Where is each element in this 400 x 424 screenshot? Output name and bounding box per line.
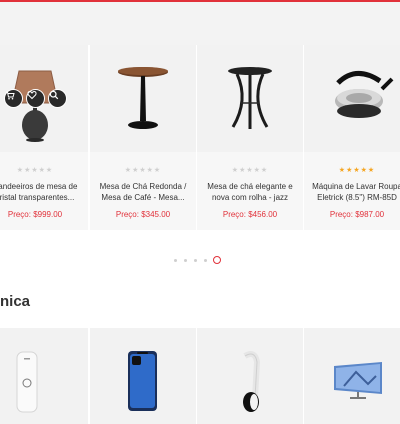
product-info: ★★★★★ Mesa de Chá Redonda / Mesa de Café…	[90, 152, 196, 230]
wishlist-button[interactable]	[26, 89, 45, 108]
product-tile[interactable]	[304, 328, 400, 424]
product-price: Preço: $999.00	[7, 210, 63, 219]
roti-maker-icon	[335, 71, 394, 118]
product-card[interactable]: ★★★★★ Máquina de Lavar Roupa Eletrick (8…	[304, 45, 400, 230]
product-title-line: cristal transparentes...	[0, 193, 75, 202]
search-icon	[49, 90, 59, 100]
product-title[interactable]: Máquina de Lavar Roupa Eletrick (8.5") R…	[308, 181, 400, 203]
product-title-line: Mesa de Chá Redonda /	[99, 182, 187, 191]
product-title-line: Mesa de Café - Mesa...	[101, 193, 185, 202]
product-tile[interactable]	[0, 328, 88, 424]
product-info: ★★★★★ Mesa de chá elegante e nova com ro…	[197, 152, 303, 230]
product-title[interactable]: Mesa de chá elegante e nova com rolha - …	[201, 181, 299, 203]
pagination-dot[interactable]	[174, 259, 177, 262]
rating-stars: ★★★★★	[338, 167, 376, 174]
heart-icon	[27, 90, 37, 100]
product-tile[interactable]	[90, 328, 196, 424]
product-title[interactable]: Mesa de Chá Redonda / Mesa de Café - Mes…	[94, 181, 192, 203]
tv-icon	[334, 362, 382, 399]
rating-stars: ★★★★★	[16, 167, 54, 174]
product-title[interactable]: Candeeiros de mesa de cristal transparen…	[0, 181, 84, 203]
product-price: Preço: $456.00	[222, 210, 278, 219]
category-products-row	[0, 328, 400, 424]
pagination-dot[interactable]	[204, 259, 207, 262]
smartphone-icon	[128, 351, 157, 411]
product-card[interactable]: ★★★★★ Mesa de Chá Redonda / Mesa de Café…	[90, 45, 196, 230]
product-title-line: Mesa de chá elegante e	[207, 182, 293, 191]
product-title-line: nova com rolha - jazz	[211, 193, 289, 202]
pagination-dot[interactable]	[184, 259, 187, 262]
product-price: Preço: $987.00	[329, 210, 385, 219]
product-image[interactable]	[304, 45, 400, 152]
pagination-dot[interactable]	[194, 259, 197, 262]
header-band	[0, 0, 400, 45]
product-title-line: Candeeiros de mesa de	[0, 182, 78, 191]
product-image[interactable]	[90, 45, 196, 152]
product-card[interactable]: ★★★★★ Mesa de chá elegante e nova com ro…	[197, 45, 303, 230]
pagination-dot-active[interactable]	[213, 256, 221, 264]
card-actions	[4, 89, 68, 109]
side-table-icon	[228, 67, 272, 129]
product-tile[interactable]	[197, 328, 303, 424]
product-carousel: ★★★★★ Candeeiros de mesa de cristal tran…	[0, 45, 400, 230]
header-accent-line	[0, 0, 400, 2]
rating-stars: ★★★★★	[231, 167, 269, 174]
product-title-line: Eletrick (8.5") RM-85D	[317, 193, 397, 202]
cart-icon	[6, 91, 15, 100]
headphones-icon	[243, 351, 261, 412]
product-image[interactable]	[197, 45, 303, 152]
product-title-line: Máquina de Lavar Roupa	[312, 182, 400, 191]
product-card[interactable]: ★★★★★ Candeeiros de mesa de cristal tran…	[0, 45, 88, 230]
round-table-icon	[118, 67, 168, 129]
rating-stars: ★★★★★	[124, 167, 162, 174]
carousel-pagination	[170, 256, 230, 266]
add-to-cart-button[interactable]	[4, 89, 23, 108]
product-image[interactable]	[0, 45, 88, 152]
wifi-router-icon	[16, 351, 38, 413]
product-info: ★★★★★ Candeeiros de mesa de cristal tran…	[0, 152, 88, 230]
section-title: nica	[0, 293, 31, 310]
product-price: Preço: $345.00	[115, 210, 171, 219]
quick-view-button[interactable]	[48, 89, 67, 108]
product-info: ★★★★★ Máquina de Lavar Roupa Eletrick (8…	[304, 152, 400, 230]
